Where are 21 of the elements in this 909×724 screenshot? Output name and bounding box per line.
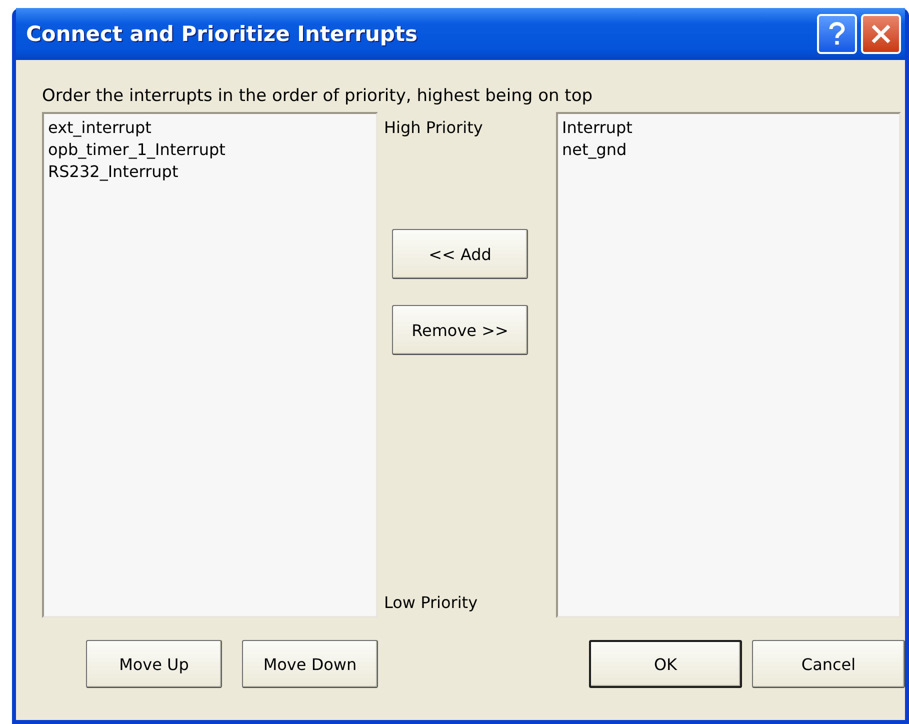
move-down-button[interactable]: Move Down xyxy=(242,640,378,688)
list-item[interactable]: net_gnd xyxy=(562,139,895,161)
remove-button[interactable]: Remove >> xyxy=(392,305,528,355)
ok-button[interactable]: OK xyxy=(589,640,742,688)
list-item[interactable]: ext_interrupt xyxy=(48,117,372,139)
cancel-button[interactable]: Cancel xyxy=(752,640,905,688)
list-box[interactable]: ext_interrupt opb_timer_1_Interrupt RS232_Interrupt xyxy=(42,112,378,618)
high-priority-label: High Priority xyxy=(384,118,484,137)
list-item[interactable]: Interrupt xyxy=(562,117,895,139)
help-icon xyxy=(828,21,846,47)
close-button[interactable] xyxy=(861,14,901,54)
list-item[interactable]: opb_timer_1_Interrupt xyxy=(48,139,372,161)
move-up-button[interactable]: Move Up xyxy=(86,640,222,688)
add-button[interactable]: << Add xyxy=(392,229,528,279)
instruction-text: Order the interrupts in the order of priority, highest being on top xyxy=(42,86,594,108)
list-item[interactable]: RS232_Interrupt xyxy=(48,161,372,183)
window-title: Connect and Prioritize Interrupts xyxy=(26,22,418,46)
close-icon xyxy=(870,23,892,45)
help-button[interactable] xyxy=(817,14,857,54)
low-priority-label: Low Priority xyxy=(384,593,479,612)
list-box[interactable]: Interrupt net_gnd xyxy=(556,112,901,618)
